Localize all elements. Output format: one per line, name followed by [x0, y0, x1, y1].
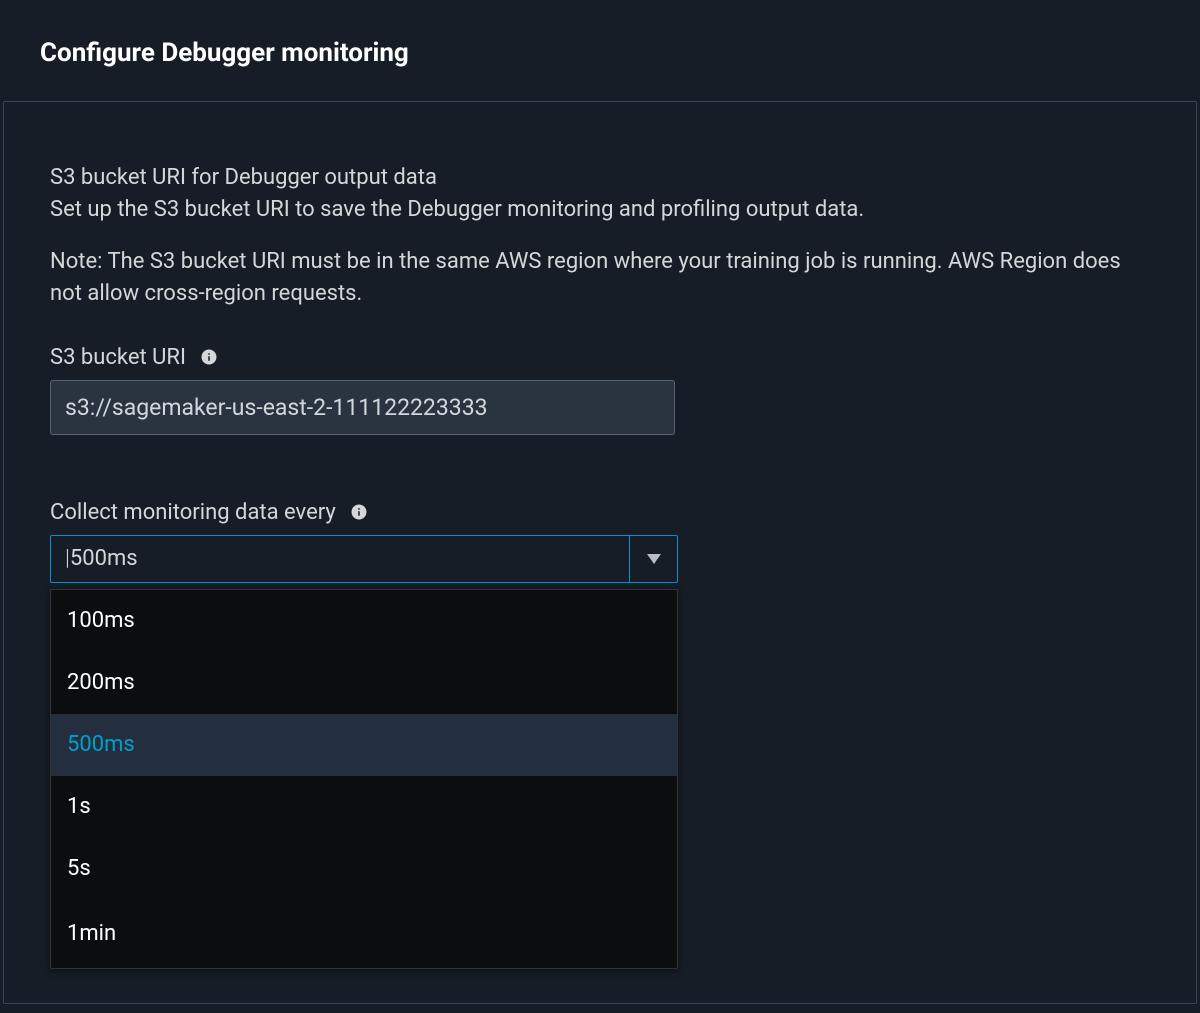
interval-label: Collect monitoring data every — [50, 500, 336, 525]
config-panel: S3 bucket URI for Debugger output data S… — [3, 101, 1197, 1004]
s3-section-description: Set up the S3 bucket URI to save the Deb… — [50, 194, 1150, 226]
interval-dropdown: 100ms200ms500ms1s5s1min — [50, 589, 678, 969]
interval-option[interactable]: 1min — [51, 900, 677, 968]
interval-option[interactable]: 500ms — [51, 714, 677, 776]
interval-option[interactable]: 100ms — [51, 590, 677, 652]
s3-section-note: Note: The S3 bucket URI must be in the s… — [50, 246, 1150, 310]
interval-option[interactable]: 200ms — [51, 652, 677, 714]
info-icon[interactable] — [350, 503, 368, 521]
s3-section-title: S3 bucket URI for Debugger output data — [50, 162, 1150, 194]
interval-option[interactable]: 5s — [51, 838, 677, 900]
chevron-down-icon — [629, 535, 677, 583]
info-icon[interactable] — [200, 348, 218, 366]
interval-label-row: Collect monitoring data every — [50, 500, 1150, 525]
s3-uri-input[interactable] — [50, 380, 675, 435]
interval-section: Collect monitoring data every 500ms 100m… — [50, 500, 1150, 583]
page-header: Configure Debugger monitoring — [0, 0, 1200, 98]
s3-uri-label: S3 bucket URI — [50, 345, 186, 370]
interval-select-value: 500ms — [65, 546, 629, 571]
interval-select-wrapper: 500ms 100ms200ms500ms1s5s1min — [50, 535, 678, 583]
s3-section: S3 bucket URI for Debugger output data S… — [50, 162, 1150, 435]
interval-option[interactable]: 1s — [51, 776, 677, 838]
s3-uri-label-row: S3 bucket URI — [50, 345, 1150, 370]
page-title: Configure Debugger monitoring — [40, 38, 1160, 68]
interval-select[interactable]: 500ms — [50, 535, 678, 583]
s3-uri-row: S3 bucket URI — [50, 345, 1150, 435]
